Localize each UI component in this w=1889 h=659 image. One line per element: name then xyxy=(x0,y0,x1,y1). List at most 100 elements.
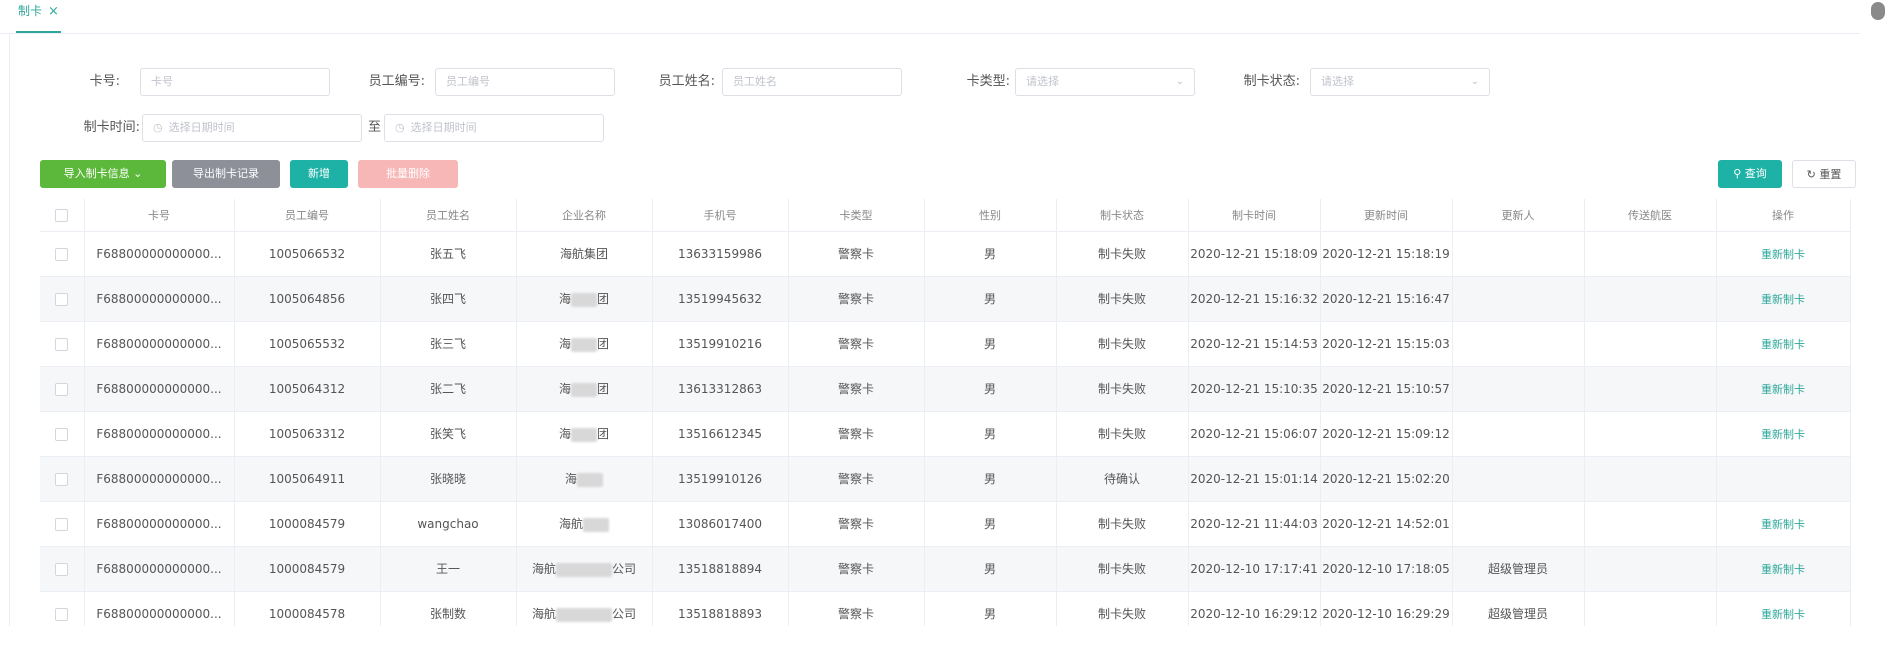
row-checkbox[interactable] xyxy=(40,501,85,547)
cell-emp-no: 1005063312 xyxy=(234,411,381,457)
cell-updated-time: 2020-12-21 15:18:19 xyxy=(1320,231,1453,277)
table-row[interactable]: F68800000000000... 1005065532 张三飞海团 1351991… xyxy=(40,321,1851,367)
tab-card-making[interactable]: 制卡 × xyxy=(16,0,61,33)
remake-card-link[interactable]: 重新制卡 xyxy=(1761,248,1805,261)
cell-sent xyxy=(1584,276,1717,322)
cell-phone: 13519910216 xyxy=(652,321,789,367)
cell-made-time: 2020-12-21 15:10:35 xyxy=(1188,366,1321,412)
cell-company: 海 xyxy=(516,456,653,502)
cell-made-time: 2020-12-21 15:01:14 xyxy=(1188,456,1321,502)
col-emp-no: 员工编号 xyxy=(234,199,381,232)
end-time-input[interactable]: ◷ 选择日期时间 xyxy=(384,114,604,142)
cell-phone: 13519945632 xyxy=(652,276,789,322)
query-button[interactable]: ⚲ 查询 xyxy=(1718,160,1782,188)
cell-emp-no: 1005064911 xyxy=(234,456,381,502)
cell-card-no: F68800000000000... xyxy=(84,546,235,592)
remake-card-link[interactable]: 重新制卡 xyxy=(1761,428,1805,441)
remake-card-link[interactable]: 重新制卡 xyxy=(1761,563,1805,576)
remake-card-link[interactable]: 重新制卡 xyxy=(1761,338,1805,351)
remake-card-link[interactable]: 重新制卡 xyxy=(1761,383,1805,396)
cell-status: 待确认 xyxy=(1056,456,1189,502)
card-type-select[interactable]: 请选择 ⌄ xyxy=(1015,68,1195,96)
row-checkbox[interactable] xyxy=(40,366,85,412)
cell-card-type: 警察卡 xyxy=(788,231,925,277)
cell-sent xyxy=(1584,456,1717,502)
import-button[interactable]: 导入制卡信息 ⌄ xyxy=(40,160,166,188)
cell-updated-time: 2020-12-21 15:02:20 xyxy=(1320,456,1453,502)
col-emp-name: 员工姓名 xyxy=(380,199,517,232)
cell-card-no: F68800000000000... xyxy=(84,411,235,457)
row-checkbox[interactable] xyxy=(40,546,85,592)
table-row[interactable]: F68800000000000... 1005064856 张四飞海团 1351994… xyxy=(40,276,1851,322)
cell-made-time: 2020-12-21 15:16:32 xyxy=(1188,276,1321,322)
cell-gender: 男 xyxy=(924,501,1057,547)
range-separator: 至 xyxy=(368,120,382,135)
col-action: 操作 xyxy=(1716,199,1851,232)
row-checkbox[interactable] xyxy=(40,276,85,322)
cell-action: 重新制卡 xyxy=(1716,231,1851,277)
table-row[interactable]: F68800000000000... 1005066532 张五飞 海航集团 13633… xyxy=(40,231,1851,277)
cell-company: 海航 xyxy=(516,501,653,547)
remake-card-link[interactable]: 重新制卡 xyxy=(1761,608,1805,621)
row-checkbox[interactable] xyxy=(40,456,85,502)
cell-emp-no: 1000084579 xyxy=(234,501,381,547)
card-no-input[interactable]: 卡号 xyxy=(140,68,330,96)
cell-action: 重新制卡 xyxy=(1716,276,1851,322)
cell-updated-time: 2020-12-10 17:18:05 xyxy=(1320,546,1453,592)
cell-updated-time: 2020-12-21 15:16:47 xyxy=(1320,276,1453,322)
batch-delete-button[interactable]: 批量删除 xyxy=(358,160,458,188)
cell-status: 制卡失败 xyxy=(1056,591,1189,626)
table-row[interactable]: F68800000000000... 1005063312 张笑飞海团 1351661… xyxy=(40,411,1851,457)
add-button[interactable]: 新增 xyxy=(290,160,348,188)
remake-card-link[interactable]: 重新制卡 xyxy=(1761,518,1805,531)
cell-updater: 超级管理员 xyxy=(1452,591,1585,626)
emp-name-input[interactable]: 员工姓名 xyxy=(722,68,902,96)
row-checkbox[interactable] xyxy=(40,321,85,367)
cell-made-time: 2020-12-10 17:17:41 xyxy=(1188,546,1321,592)
cell-updater xyxy=(1452,366,1585,412)
remake-card-link[interactable]: 重新制卡 xyxy=(1761,293,1805,306)
emp-name-label: 员工姓名: xyxy=(658,74,715,89)
emp-no-input[interactable]: 员工编号 xyxy=(435,68,615,96)
table-row[interactable]: F68800000000000... 1000084579 wangchao 海航 13… xyxy=(40,501,1851,547)
table-row[interactable]: F68800000000000... 1000084579 王一 海航 公司 135188… xyxy=(40,546,1851,592)
col-sent: 传送航医 xyxy=(1584,199,1717,232)
cell-card-no: F68800000000000... xyxy=(84,501,235,547)
col-card-no: 卡号 xyxy=(84,199,235,232)
row-checkbox[interactable] xyxy=(40,231,85,277)
cell-updater xyxy=(1452,276,1585,322)
cell-action: 重新制卡 xyxy=(1716,591,1851,626)
cell-card-type: 警察卡 xyxy=(788,546,925,592)
table-row[interactable]: F68800000000000... 1000084578 张制数 海航 公司 13518… xyxy=(40,591,1851,626)
cell-emp-name: 张晓晓 xyxy=(380,456,517,502)
scrollbar-thumb[interactable] xyxy=(1871,2,1885,20)
select-all-checkbox[interactable] xyxy=(40,199,85,232)
cell-phone: 13519910126 xyxy=(652,456,789,502)
status-select[interactable]: 请选择 ⌄ xyxy=(1310,68,1490,96)
cell-emp-no: 1005064312 xyxy=(234,366,381,412)
cell-card-no: F68800000000000... xyxy=(84,231,235,277)
cell-phone: 13613312863 xyxy=(652,366,789,412)
cell-emp-no: 1005065532 xyxy=(234,321,381,367)
row-checkbox[interactable] xyxy=(40,411,85,457)
row-checkbox[interactable] xyxy=(40,591,85,626)
cell-gender: 男 xyxy=(924,546,1057,592)
close-icon[interactable]: × xyxy=(48,4,59,19)
table-row[interactable]: F68800000000000... 1005064312 张二飞海团 1361331… xyxy=(40,366,1851,412)
cell-updater: 超级管理员 xyxy=(1452,546,1585,592)
reset-button[interactable]: ↻ 重置 xyxy=(1792,160,1856,188)
cell-status: 制卡失败 xyxy=(1056,276,1189,322)
cell-status: 制卡失败 xyxy=(1056,546,1189,592)
cell-emp-no: 1005064856 xyxy=(234,276,381,322)
cell-phone: 13518818893 xyxy=(652,591,789,626)
cell-updated-time: 2020-12-21 14:52:01 xyxy=(1320,501,1453,547)
cell-gender: 男 xyxy=(924,411,1057,457)
table-row[interactable]: F68800000000000... 1005064911 张晓晓海 13519910… xyxy=(40,456,1851,502)
start-time-input[interactable]: ◷ 选择日期时间 xyxy=(142,114,362,142)
chevron-down-icon: ⌄ xyxy=(133,167,143,180)
cell-updated-time: 2020-12-21 15:10:57 xyxy=(1320,366,1453,412)
clock-icon: ◷ xyxy=(395,121,405,134)
cell-emp-name: wangchao xyxy=(380,501,517,547)
cell-phone: 13633159986 xyxy=(652,231,789,277)
export-button[interactable]: 导出制卡记录 xyxy=(172,160,280,188)
